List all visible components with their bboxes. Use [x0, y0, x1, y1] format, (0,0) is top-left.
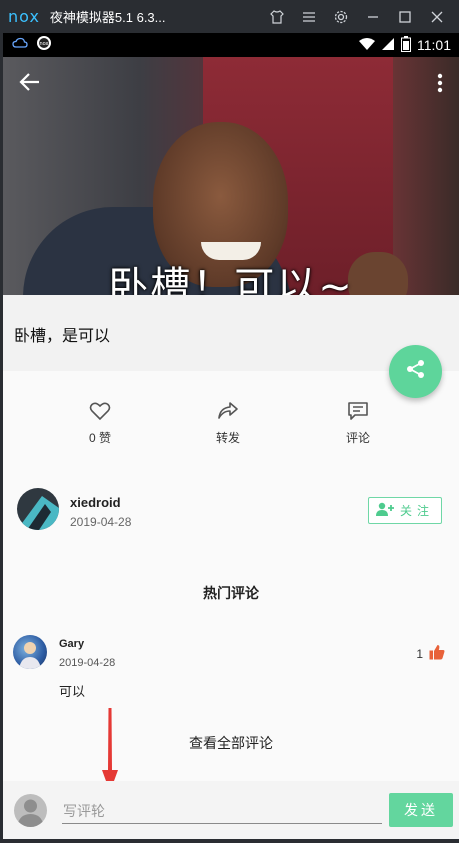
thumbs-up-icon — [429, 644, 445, 663]
maximize-icon[interactable] — [389, 0, 421, 33]
comment-label: 评论 — [345, 431, 370, 445]
status-bar: nox 11:01 — [0, 33, 459, 57]
share-button[interactable] — [389, 345, 442, 398]
minimize-icon[interactable] — [357, 0, 389, 33]
author-row: xiedroid 2019-04-28 关注 — [3, 471, 459, 551]
send-button[interactable]: 发送 — [389, 793, 453, 827]
cloud-icon — [12, 36, 28, 54]
svg-text:nox: nox — [39, 41, 48, 47]
comment-user[interactable]: Gary — [59, 638, 84, 650]
avatar[interactable] — [14, 794, 47, 827]
forward-button[interactable]: 转发 — [188, 401, 268, 446]
emulator-frame-left — [0, 33, 3, 843]
battery-icon — [401, 35, 411, 55]
comment-like-count: 1 — [416, 646, 423, 661]
author-avatar[interactable] — [17, 488, 59, 530]
nox-badge-icon: nox — [36, 35, 52, 56]
comment-composer: 发送 — [3, 781, 459, 839]
post-image[interactable]: 卧槽！可以~ — [3, 57, 459, 295]
more-vert-icon[interactable] — [437, 73, 443, 93]
author-name[interactable]: xiedroid — [70, 495, 121, 510]
close-icon[interactable] — [421, 0, 453, 33]
action-row: 0 赞 转发 评论 — [3, 371, 459, 471]
gear-icon[interactable] — [325, 0, 357, 33]
forward-label: 转发 — [215, 431, 240, 445]
emulator-title-bar: nox 夜神模拟器5.1 6.3... — [0, 0, 459, 33]
emulator-title: 夜神模拟器5.1 6.3... — [49, 10, 166, 25]
nox-logo: nox — [8, 7, 40, 26]
comments-section: 热门评论 Gary 2019-04-28 可以 1 查看全部评论 — [3, 551, 459, 781]
signal-icon — [381, 37, 395, 54]
like-label: 0 赞 — [88, 431, 111, 445]
menu-icon[interactable] — [293, 0, 325, 33]
wifi-icon — [359, 37, 375, 54]
emulator-frame-bottom — [0, 839, 459, 843]
comments-heading: 热门评论 — [203, 585, 259, 601]
heart-icon — [60, 401, 140, 421]
author-date: 2019-04-28 — [70, 515, 132, 529]
comment-button[interactable]: 评论 — [318, 401, 398, 446]
comment-date: 2019-04-28 — [59, 657, 116, 669]
add-user-icon — [375, 502, 394, 519]
share-icon — [405, 358, 427, 385]
status-time: 11:01 — [417, 37, 451, 53]
shirt-icon[interactable] — [261, 0, 293, 33]
follow-label: 关注 — [399, 504, 434, 518]
comment-like-button[interactable]: 1 — [416, 644, 445, 663]
comment-input[interactable] — [62, 798, 382, 824]
comment-text: 可以 — [59, 684, 86, 699]
annotation-arrow — [99, 708, 121, 792]
forward-icon — [188, 401, 268, 421]
view-all-comments-link[interactable]: 查看全部评论 — [3, 733, 459, 753]
post-title: 卧槽，是可以 — [14, 328, 111, 345]
avatar[interactable] — [13, 635, 47, 669]
image-caption: 卧槽！可以~ — [108, 264, 354, 295]
follow-button[interactable]: 关注 — [368, 497, 442, 524]
emulator-controls — [261, 0, 453, 33]
like-button[interactable]: 0 赞 — [60, 401, 140, 446]
back-arrow-icon[interactable] — [19, 71, 41, 93]
comment-icon — [318, 401, 398, 421]
